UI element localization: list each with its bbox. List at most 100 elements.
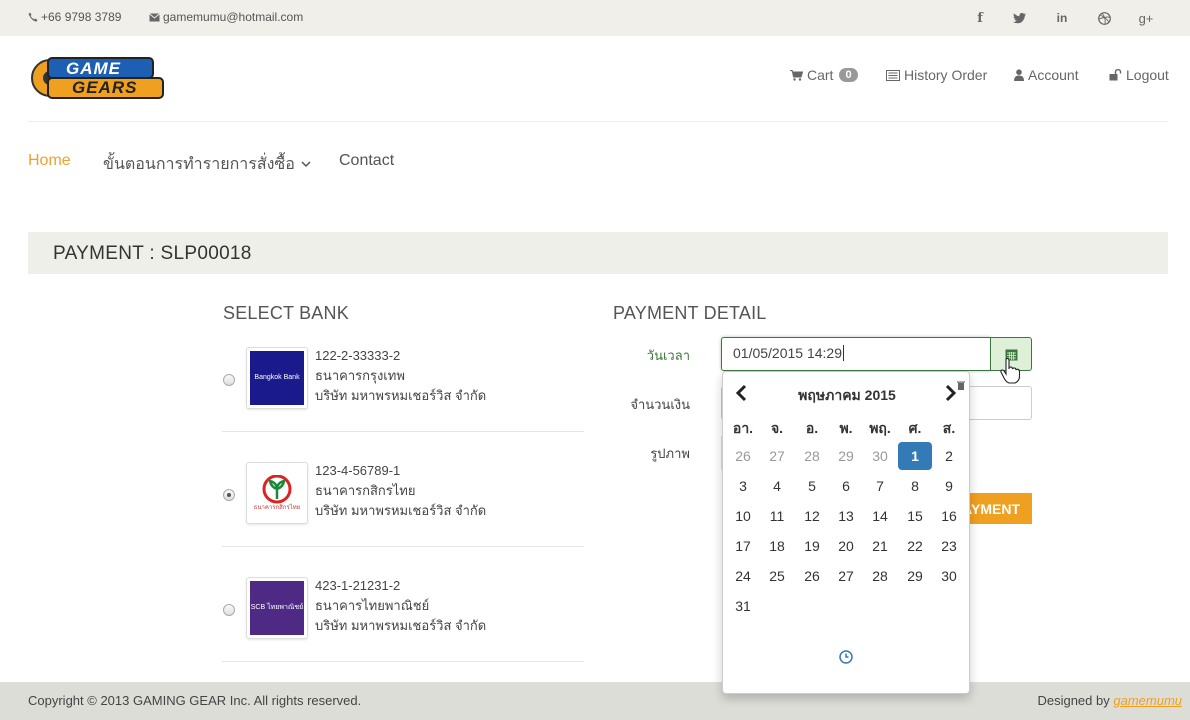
bank-name: ธนาคารกรุงเทพ (315, 368, 405, 383)
calendar-day[interactable]: 27 (760, 448, 794, 464)
chevron-down-icon (301, 161, 311, 168)
calendar-day[interactable]: 14 (863, 508, 897, 524)
calendar-day[interactable]: 19 (795, 538, 829, 554)
calendar-day[interactable]: 12 (795, 508, 829, 524)
datetime-input[interactable]: 01/05/2015 14:29 (721, 337, 991, 371)
logout-link[interactable]: Logout (1109, 67, 1169, 83)
hand-pointer-cursor-icon (1000, 358, 1021, 384)
page-title: PAYMENT : SLP00018 (53, 243, 252, 264)
calendar-day[interactable]: 20 (829, 538, 863, 554)
footer-credit: Designed by gamemumu (1037, 693, 1182, 708)
bank-option-bangkok[interactable]: Bangkok Bank 122-2-33333-2 ธนาคารกรุงเทพ… (222, 317, 584, 432)
calendar-day[interactable]: 10 (726, 508, 760, 524)
calendar-day[interactable]: 9 (932, 478, 966, 494)
cart-label: Cart (807, 67, 834, 83)
weekday-header: อ. (805, 420, 819, 436)
facebook-icon[interactable]: f (970, 8, 990, 28)
datepicker-month-title[interactable]: พฤษภาคม 2015 (723, 385, 971, 407)
submit-payment-label: AYMENT (962, 500, 1020, 517)
header-divider (28, 121, 1168, 122)
weekday-header: พฤ. (869, 420, 891, 436)
linkedin-icon[interactable]: in (1052, 8, 1072, 28)
calendar-day[interactable]: 11 (760, 508, 794, 524)
datepicker-popup: พฤษภาคม 2015 อา. จ. อ. พ. พฤ. ศ. ส. 26 27 28 29 30 1… (722, 371, 970, 694)
bank-radio[interactable] (223, 374, 235, 386)
menu-order-steps[interactable]: ขั้นตอนการทำรายการสั่งซื้อ (103, 152, 311, 177)
email-address: gamemumu@hotmail.com (163, 10, 304, 24)
list-icon (886, 69, 900, 81)
calendar-day[interactable]: 23 (932, 538, 966, 554)
phone-number: +66 9798 3789 (41, 10, 122, 24)
calendar-day[interactable]: 30 (863, 448, 897, 464)
bank-logo: Bangkok Bank (246, 347, 308, 409)
bank-radio[interactable] (223, 604, 235, 616)
bank-account-number: 122-2-33333-2 (315, 348, 401, 363)
calendar-day[interactable]: 2 (932, 448, 966, 464)
menu-home[interactable]: Home (28, 152, 71, 170)
bank-account-number: 123-4-56789-1 (315, 463, 401, 478)
calendar-day[interactable]: 26 (726, 448, 760, 464)
footer: Copyright © 2013 GAMING GEAR Inc. All ri… (0, 682, 1190, 720)
logo-text-top: GAME (66, 59, 121, 78)
calendar-day[interactable]: 25 (760, 568, 794, 584)
next-month-button[interactable] (945, 384, 957, 407)
calendar-day[interactable]: 7 (863, 478, 897, 494)
top-bar: +66 9798 3789 gamemumu@hotmail.com f in … (0, 0, 1190, 36)
calendar-day[interactable]: 28 (863, 568, 897, 584)
bank-option-kasikorn[interactable]: ธนาคารกสิกรไทย 123-4-56789-1 ธนาคารกสิกร… (222, 432, 584, 547)
clock-icon[interactable] (839, 650, 853, 664)
logout-label: Logout (1126, 67, 1169, 83)
account-link[interactable]: Account (1014, 67, 1079, 83)
email-contact: gamemumu@hotmail.com (149, 10, 303, 24)
bank-option-scb[interactable]: SCB ไทยพาณิชย์ 423-1-21231-2 ธนาคารไทยพา… (222, 547, 584, 662)
bank-logo: SCB ไทยพาณิชย์ (246, 577, 308, 639)
calendar-day[interactable]: 13 (829, 508, 863, 524)
menu-home-label: Home (28, 152, 71, 169)
calendar-day[interactable]: 5 (795, 478, 829, 494)
calendar-day[interactable]: 26 (795, 568, 829, 584)
weekday-header: ส. (942, 420, 956, 436)
calendar-day[interactable]: 3 (726, 478, 760, 494)
calendar-day[interactable]: 15 (898, 508, 932, 524)
calendar-day[interactable]: 16 (932, 508, 966, 524)
chevron-right-icon (945, 384, 957, 402)
twitter-icon[interactable] (1009, 8, 1029, 28)
bank-logo-text: ธนาคารกสิกรไทย (253, 504, 301, 511)
calendar-day[interactable]: 18 (760, 538, 794, 554)
calendar-day[interactable]: 31 (726, 598, 760, 614)
menu-contact[interactable]: Contact (339, 152, 394, 170)
unlock-icon (1109, 69, 1122, 81)
bank-name: ธนาคารไทยพาณิชย์ (315, 598, 430, 613)
designer-link[interactable]: gamemumu (1113, 693, 1182, 708)
calendar-day[interactable]: 6 (829, 478, 863, 494)
weekday-header: จ. (770, 420, 784, 436)
clear-icon[interactable] (957, 381, 965, 391)
calendar-day[interactable]: 28 (795, 448, 829, 464)
calendar-day[interactable]: 27 (829, 568, 863, 584)
calendar-day[interactable]: 22 (898, 538, 932, 554)
history-order-link[interactable]: History Order (886, 67, 987, 83)
datetime-label: วันเวลา (646, 348, 690, 363)
calendar-day[interactable]: 17 (726, 538, 760, 554)
envelope-icon (149, 12, 160, 21)
payment-detail-title: PAYMENT DETAIL (613, 303, 767, 323)
image-label: รูปภาพ (650, 446, 690, 461)
calendar-day-selected[interactable]: 1 (898, 442, 932, 470)
calendar-day[interactable]: 30 (932, 568, 966, 584)
google-plus-icon[interactable]: g+ (1136, 8, 1156, 28)
history-order-label: History Order (904, 67, 988, 83)
calendar-day[interactable]: 24 (726, 568, 760, 584)
cart-link[interactable]: Cart 0 (790, 67, 858, 83)
bank-account-holder: บริษัท มหาพรหมเชอร์วิส จำกัด (315, 388, 487, 403)
calendar-day[interactable]: 29 (829, 448, 863, 464)
bank-radio[interactable] (223, 489, 235, 501)
calendar-day[interactable]: 21 (863, 538, 897, 554)
dribbble-icon[interactable] (1094, 8, 1114, 28)
account-label: Account (1028, 67, 1079, 83)
bank-account-holder: บริษัท มหาพรหมเชอร์วิส จำกัด (315, 618, 487, 633)
site-logo[interactable]: GAME GEARS (28, 52, 168, 104)
calendar-day[interactable]: 29 (898, 568, 932, 584)
calendar-day[interactable]: 8 (898, 478, 932, 494)
bangkok-bank-logo-icon: Bangkok Bank (250, 351, 304, 405)
calendar-day[interactable]: 4 (760, 478, 794, 494)
